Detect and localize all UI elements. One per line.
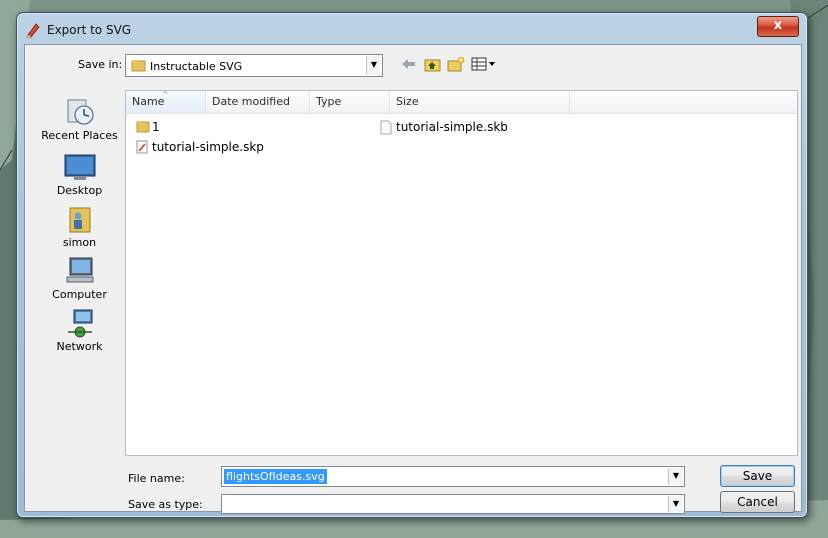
save-as-type-label: Save as type: [128, 498, 203, 511]
column-type[interactable]: Type [310, 91, 390, 113]
file-name-label: File name: [128, 472, 185, 485]
new-folder-icon[interactable] [447, 57, 465, 72]
place-computer[interactable]: Computer [33, 256, 126, 301]
save-in-label: Save in: [78, 58, 123, 71]
cancel-button[interactable]: Cancel [720, 491, 795, 513]
file-name-field[interactable]: flightsOfIdeas.svg ▼ [221, 466, 685, 487]
user-folder-icon [69, 207, 90, 233]
place-network[interactable]: Network [33, 308, 126, 353]
desktop-icon [64, 154, 95, 180]
file-name: 1 [152, 120, 160, 134]
folder-icon [131, 60, 146, 72]
place-desktop[interactable]: Desktop [33, 152, 126, 197]
column-header-row: ^ Name Date modified Type Size [126, 90, 797, 114]
file-name-value: flightsOfIdeas.svg [224, 469, 327, 484]
window-title: Export to SVG [47, 23, 132, 37]
chevron-down-icon[interactable]: ▼ [668, 468, 683, 485]
close-button[interactable]: x [757, 16, 799, 37]
export-dialog: Export to SVG x Save in: Instructable SV… [16, 12, 808, 518]
file-name: tutorial-simple.skb [396, 120, 508, 134]
up-folder-icon[interactable] [424, 57, 442, 72]
view-menu-icon[interactable] [471, 57, 497, 71]
places-bar: Recent Places Desktop simon Computer Net… [33, 90, 126, 390]
title-bar[interactable]: Export to SVG x [17, 13, 807, 45]
skp-file-icon [136, 140, 148, 154]
computer-icon [66, 257, 93, 283]
column-name-label: Name [132, 95, 165, 108]
save-in-dropdown[interactable]: Instructable SVG ▼ [125, 54, 383, 77]
pencil-icon [26, 23, 40, 38]
blank-file-icon [380, 120, 392, 135]
folder-icon [136, 121, 150, 133]
sort-ascending-icon: ^ [162, 90, 169, 99]
place-simon[interactable]: simon [33, 204, 126, 249]
place-label: Computer [52, 288, 107, 301]
place-label: simon [62, 236, 97, 249]
place-label: Network [56, 340, 103, 353]
network-icon [67, 309, 92, 338]
chevron-down-icon[interactable]: ▼ [366, 56, 381, 75]
column-name[interactable]: ^ Name [126, 90, 206, 113]
place-label: Desktop [56, 184, 103, 197]
column-size[interactable]: Size [390, 91, 570, 113]
dialog-body: Save in: Instructable SVG ▼ Recent Place… [24, 44, 802, 514]
save-as-type-dropdown[interactable]: ▼ [221, 494, 685, 514]
save-button[interactable]: Save [720, 465, 795, 487]
file-list[interactable]: ^ Name Date modified Type Size 1 tutoria… [125, 90, 798, 456]
recent-places-icon [67, 99, 94, 125]
save-in-value: Instructable SVG [150, 60, 243, 73]
file-name: tutorial-simple.skp [152, 140, 264, 154]
place-label: Recent Places [41, 129, 118, 142]
chevron-down-icon[interactable]: ▼ [668, 496, 683, 512]
place-recent-places[interactable]: Recent Places [33, 97, 126, 142]
column-date-modified[interactable]: Date modified [206, 91, 310, 113]
back-arrow-icon[interactable] [401, 57, 417, 71]
